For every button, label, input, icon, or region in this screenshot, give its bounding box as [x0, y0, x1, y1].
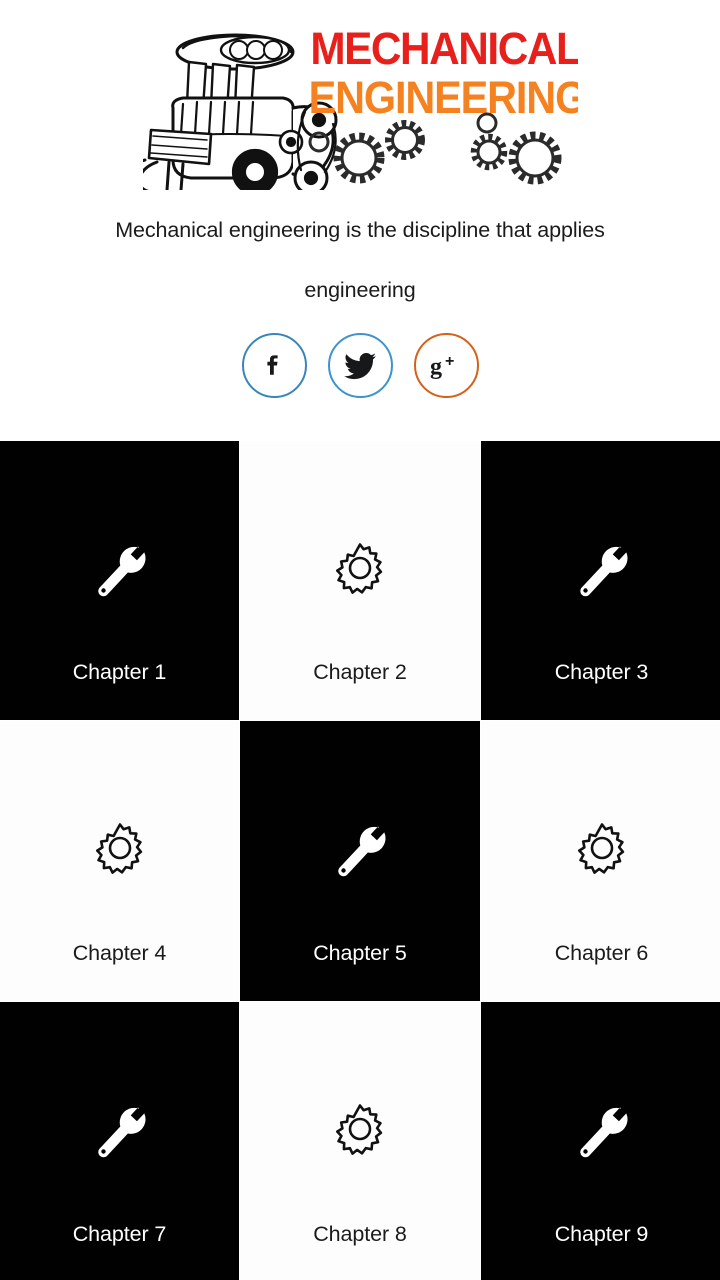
wrench-glyph	[579, 1107, 628, 1158]
chapter-tile-label: Chapter 4	[72, 941, 167, 965]
wrench-icon	[240, 811, 480, 885]
tagline-line-2: engineering	[304, 278, 416, 302]
chapter-tile[interactable]: Chapter 3	[481, 441, 720, 720]
tagline: Mechanical engineering is the discipline…	[0, 200, 720, 320]
chapter-tile-label: Chapter 1	[72, 660, 167, 684]
wrench-icon	[0, 531, 239, 605]
chapter-tile-label: Chapter 6	[554, 941, 649, 965]
logo-line1: MECHANICAL	[310, 24, 578, 74]
twitter-icon	[344, 352, 376, 379]
chapter-tile-label: Chapter 8	[313, 1222, 407, 1246]
svg-text:+: +	[445, 353, 454, 370]
social-links: g +	[0, 333, 720, 398]
gear-icon	[0, 811, 239, 885]
chapter-tile[interactable]: Chapter 5	[240, 721, 480, 1001]
gear-glyph	[336, 543, 383, 594]
wrench-glyph	[579, 546, 628, 597]
chapter-tile[interactable]: Chapter 6	[481, 721, 720, 1001]
gear-icon	[481, 811, 720, 885]
wrench-icon	[0, 1092, 239, 1166]
facebook-button[interactable]	[241, 333, 307, 398]
twitter-button[interactable]	[327, 333, 393, 398]
logo-line2: ENGINEERING	[309, 73, 578, 123]
chapter-grid: Chapter 1 Chapter 2 Chapter 3 Chapter 4 …	[0, 441, 720, 1280]
google-plus-icon: g +	[430, 353, 454, 380]
chapter-tile-label: Chapter 3	[554, 660, 649, 684]
gear-icon	[240, 1092, 480, 1166]
chapter-tile[interactable]: Chapter 8	[240, 1002, 480, 1280]
tagline-line-1: Mechanical engineering is the discipline…	[115, 218, 605, 242]
wrench-glyph	[338, 826, 386, 877]
header: MECHANICAL ENGINEERING Mechanical engine…	[0, 0, 720, 441]
wrench-glyph	[97, 1107, 146, 1158]
chapter-tile-label: Chapter 2	[313, 660, 407, 684]
wrench-icon	[481, 531, 720, 605]
chapter-tile[interactable]: Chapter 9	[481, 1002, 720, 1280]
svg-text:g: g	[430, 354, 442, 380]
chapter-tile-label: Chapter 5	[313, 941, 407, 965]
app-root: MECHANICAL ENGINEERING Mechanical engine…	[0, 0, 720, 1280]
google-plus-button[interactable]: g +	[413, 333, 479, 398]
gear-glyph	[336, 1104, 383, 1155]
chapter-tile-label: Chapter 9	[554, 1222, 649, 1246]
mechanical-engineering-logo: MECHANICAL ENGINEERING	[143, 12, 578, 190]
logo-svg: MECHANICAL ENGINEERING	[143, 12, 578, 190]
chapter-tile[interactable]: Chapter 1	[0, 441, 239, 720]
wrench-glyph	[97, 546, 146, 597]
wrench-icon	[481, 1092, 720, 1166]
chapter-tile[interactable]: Chapter 7	[0, 1002, 239, 1280]
gear-icon	[240, 531, 480, 605]
gear-glyph	[577, 823, 624, 874]
chapter-tile-label: Chapter 7	[72, 1222, 167, 1246]
gear-glyph	[95, 823, 142, 874]
chapter-tile[interactable]: Chapter 4	[0, 721, 239, 1001]
facebook-icon	[267, 354, 278, 375]
chapter-tile[interactable]: Chapter 2	[240, 441, 480, 720]
